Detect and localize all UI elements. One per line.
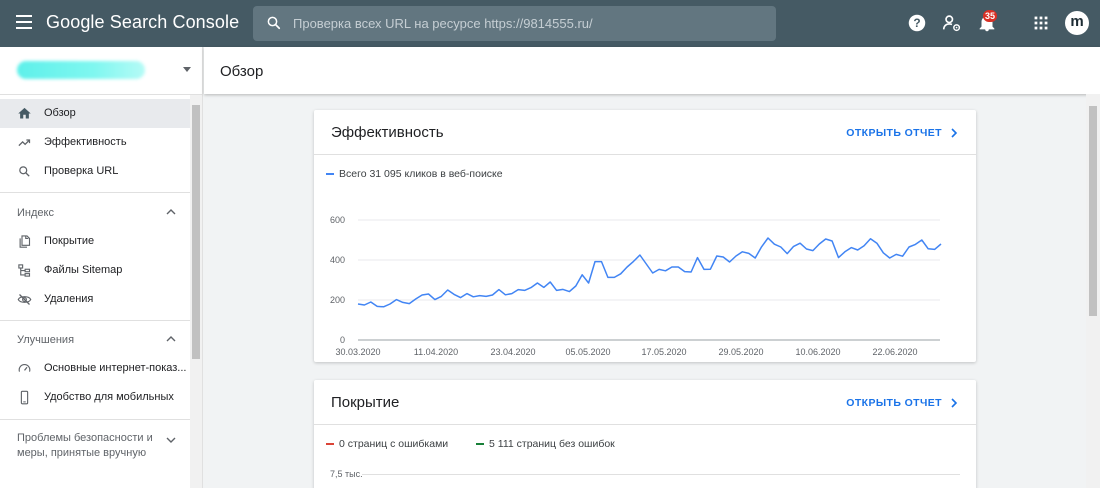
divider [0,419,202,420]
page-title: Обзор [220,63,264,80]
sidebar-item-sitemaps[interactable]: Файлы Sitemap [0,256,190,285]
y-tick-label: 400 [330,255,345,265]
sidebar-item-removals[interactable]: Удаления [0,285,190,314]
open-report-link[interactable]: ОТКРЫТЬ ОТЧЕТ [846,127,958,139]
x-tick-label: 05.05.2020 [565,347,610,357]
open-report-label: ОТКРЫТЬ ОТЧЕТ [846,397,942,409]
section-title: Улучшения [17,334,75,346]
card-header: Эффективность ОТКРЫТЬ ОТЧЕТ [314,110,976,155]
account-settings-icon[interactable] [941,12,963,34]
notification-count-badge: 35 [983,10,998,22]
y-axis-top-label: 7,5 тыс. [330,469,363,479]
visibility-off-icon [17,294,32,305]
apps-grid-icon[interactable] [1030,12,1052,34]
coverage-card: Покрытие ОТКРЫТЬ ОТЧЕТ 0 страниц с ошибк… [314,380,976,488]
chevron-up-icon [166,336,176,342]
search-icon [19,166,30,177]
property-selector[interactable] [0,47,202,95]
chart-legend: Всего 31 095 кликов в веб-поиске [326,168,503,180]
trending-up-icon [18,139,31,147]
scrollbar-thumb[interactable] [192,105,200,359]
open-report-link[interactable]: ОТКРЫТЬ ОТЧЕТ [846,397,958,409]
x-tick-label: 10.06.2020 [795,347,840,357]
home-icon [18,107,31,119]
performance-chart: 0 200 400 600 30.03.2020 11.04.2020 23.04.2020… [330,215,942,357]
property-name-redacted [17,61,145,79]
sidebar-item-label: Эффективность [44,136,127,148]
sidebar-scrollbar[interactable] [190,95,202,488]
avatar[interactable]: m [1065,11,1089,35]
sidebar-item-label: Покрытие [44,235,95,247]
top-bar: Google Search Console ? 35 m [0,0,1100,47]
sidebar-item-url-inspection[interactable]: Проверка URL [0,157,190,186]
sidebar: Обзор Эффективность Проверка URL Индекс … [0,47,203,488]
card-title: Эффективность [331,124,444,141]
legend-errors: 0 страниц с ошибками [326,438,448,450]
sidebar-item-mobile-usability[interactable]: Удобство для мобильных [0,383,190,412]
chevron-right-icon [951,398,958,408]
main-scrollbar[interactable] [1086,94,1100,488]
sitemap-icon [18,264,31,277]
search-bar[interactable] [253,6,776,41]
sidebar-item-overview[interactable]: Обзор [0,99,190,128]
smartphone-icon [20,390,29,405]
sidebar-item-label: Удобство для мобильных [44,391,174,403]
section-index[interactable]: Индекс [0,198,190,227]
sidebar-item-coverage[interactable]: Покрытие [0,227,190,256]
sidebar-item-label: Файлы Sitemap [44,264,123,276]
open-report-label: ОТКРЫТЬ ОТЧЕТ [846,127,942,139]
x-tick-label: 29.05.2020 [718,347,763,357]
chevron-up-icon [166,209,176,215]
legend-valid: 5 111 страниц без ошибок [476,438,615,450]
y-tick-label: 200 [330,295,345,305]
main-content: Эффективность ОТКРЫТЬ ОТЧЕТ Всего 31 095… [204,94,1086,488]
divider [0,192,202,193]
section-enhancements[interactable]: Улучшения [0,325,190,354]
legend-swatch [476,442,484,446]
x-tick-label: 30.03.2020 [335,347,380,357]
x-tick-label: 11.04.2020 [414,347,458,357]
sidebar-item-label: Обзор [44,107,76,119]
sidebar-item-performance[interactable]: Эффективность [0,128,190,157]
x-tick-label: 22.06.2020 [872,347,917,357]
sidebar-item-core-web-vitals[interactable]: Основные интернет-показ... [0,354,190,383]
page-header: Обзор [204,47,1100,94]
app-title: Google Search Console [46,12,240,32]
x-tick-label: 17.05.2020 [641,347,686,357]
legend-label: 5 111 страниц без ошибок [489,438,615,450]
chevron-down-icon [166,437,176,443]
svg-text:?: ? [913,16,920,30]
sidebar-item-label: Удаления [44,293,94,305]
gridline [362,474,960,475]
section-security-manual-actions[interactable]: Проблемы безопасности и меры, принятые в… [17,431,167,461]
y-tick-label: 600 [330,215,345,225]
card-title: Покрытие [331,394,400,411]
y-tick-label: 0 [340,335,345,345]
section-title: Индекс [17,207,54,219]
speed-icon [18,364,31,372]
scrollbar-thumb[interactable] [1089,106,1097,316]
legend-label: Всего 31 095 кликов в веб-поиске [339,168,503,180]
caret-down-icon [183,67,191,72]
sidebar-item-label: Основные интернет-показ... [44,362,187,374]
file-copy-icon [19,235,31,248]
series-line [357,237,942,308]
legend-swatch [326,172,334,176]
legend-label: 0 страниц с ошибками [339,438,449,450]
help-icon[interactable]: ? [906,12,928,34]
sidebar-item-label: Проверка URL [44,165,119,177]
x-tick-label: 23.04.2020 [490,347,535,357]
legend-swatch [326,442,334,446]
card-header: Покрытие ОТКРЫТЬ ОТЧЕТ [314,380,976,425]
menu-icon[interactable] [16,15,32,29]
search-icon [267,16,281,30]
performance-card: Эффективность ОТКРЫТЬ ОТЧЕТ Всего 31 095… [314,110,976,362]
chevron-right-icon [951,128,958,138]
search-input[interactable] [293,6,763,41]
divider [0,320,202,321]
